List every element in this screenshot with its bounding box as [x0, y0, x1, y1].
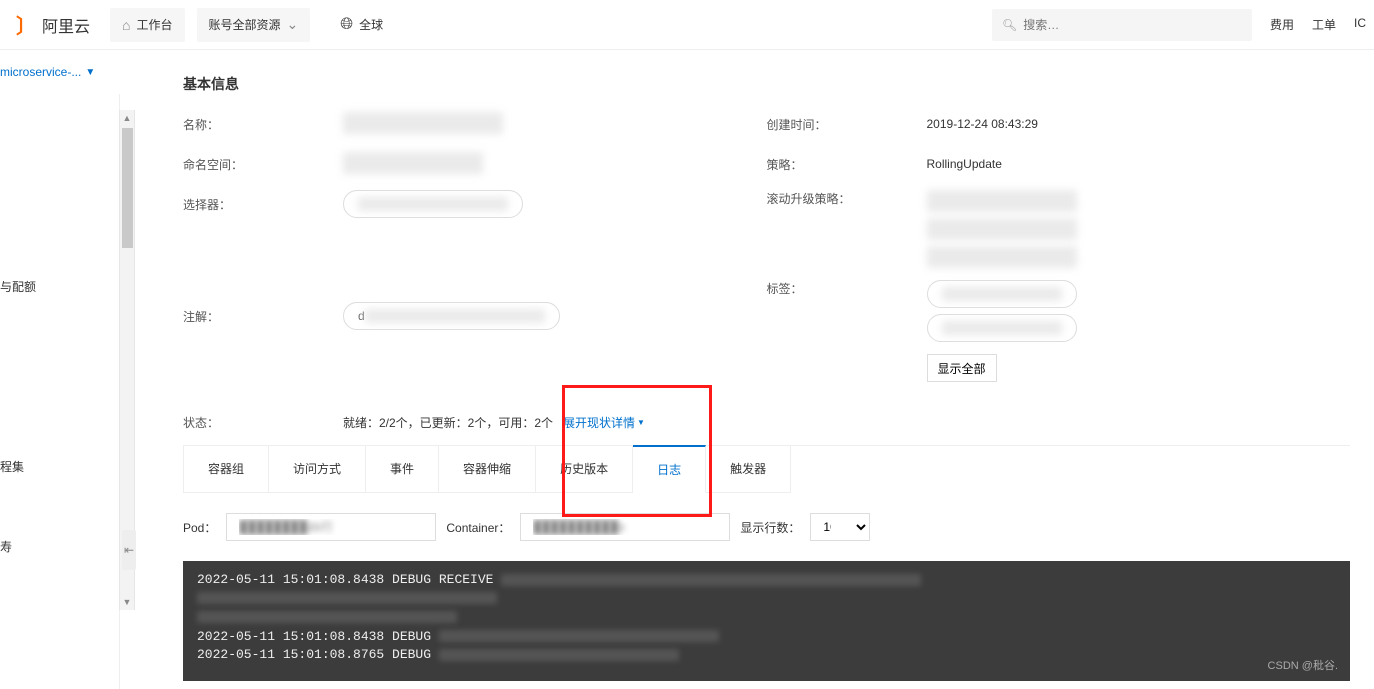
sidebar-collapse-handle[interactable]: ⇤	[122, 530, 136, 570]
label-strategy: 策略：	[767, 156, 927, 173]
expand-status-link[interactable]: 展开现状详情▼	[563, 414, 645, 431]
tabs: 容器组 访问方式 事件 容器伸缩 历史版本 日志 触发器	[183, 445, 1350, 493]
log-pane: 2022-05-11 15:01:08.8438 DEBUG RECEIVE 2…	[183, 561, 1350, 681]
selector-pill	[343, 190, 523, 218]
show-all-button[interactable]: 显示全部	[927, 354, 997, 382]
value-created: 2019-12-24 08:43:29	[927, 117, 1038, 131]
left-column: microservice-... ▼ 与配额 程集 寿 ▲ ▼ ⇤	[0, 50, 135, 645]
search-icon: 🔍︎	[1002, 18, 1017, 32]
watermark: CSDN @秕谷.	[1268, 659, 1338, 675]
caret-down-icon: ▼	[637, 418, 645, 427]
workbench-button[interactable]: ⌂ 工作台	[110, 8, 184, 42]
value-rolling-redacted	[927, 190, 1077, 268]
region-selector[interactable]: 🌐︎ 全球	[340, 16, 383, 34]
ic-link[interactable]: IC	[1354, 16, 1366, 33]
ticket-link[interactable]: 工单	[1312, 16, 1336, 33]
scroll-down-icon[interactable]: ▼	[120, 594, 134, 610]
leftnav-item-sets[interactable]: 程集	[0, 446, 119, 486]
label-selector: 选择器：	[183, 196, 343, 213]
top-header: 〕 阿里云 ⌂ 工作台 账号全部资源 ⌄ 🌐︎ 全球 🔍︎ 费用 工单 IC	[0, 0, 1374, 50]
tab-pods[interactable]: 容器组	[184, 446, 269, 493]
log-line: 2022-05-11 15:01:08.8765 DEBUG	[197, 646, 1336, 665]
search-input[interactable]	[1023, 18, 1242, 32]
leftnav-item-quota[interactable]: 与配额	[0, 266, 119, 306]
label-created: 创建时间：	[767, 116, 927, 133]
section-title: 基本信息	[183, 74, 1350, 94]
caret-down-icon: ▼	[85, 67, 95, 78]
value-strategy: RollingUpdate	[927, 157, 1002, 171]
header-right-links: 费用 工单 IC	[1270, 16, 1366, 33]
lines-select[interactable]: 100	[810, 513, 870, 541]
container-select[interactable]: ██████████e	[520, 513, 730, 541]
globe-icon: 🌐︎	[340, 16, 353, 34]
scroll-up-icon[interactable]: ▲	[120, 110, 134, 126]
tab-hpa[interactable]: 容器伸缩	[439, 446, 536, 493]
chevron-down-icon: ⌄	[287, 16, 299, 33]
fee-link[interactable]: 费用	[1270, 16, 1294, 33]
tab-access[interactable]: 访问方式	[269, 446, 366, 493]
label-rolling-policy: 滚动升级策略：	[767, 190, 927, 207]
tab-history[interactable]: 历史版本	[536, 446, 633, 493]
tab-logs[interactable]: 日志	[633, 445, 706, 493]
tab-triggers[interactable]: 触发器	[706, 446, 791, 493]
home-icon: ⌂	[122, 17, 130, 33]
value-namespace-redacted	[343, 152, 483, 174]
label-status: 状态：	[183, 414, 343, 431]
logo-text: 阿里云	[42, 13, 90, 37]
label-namespace: 命名空间：	[183, 156, 343, 173]
value-name-redacted	[343, 112, 503, 134]
leftnav-item-misc[interactable]: 寿	[0, 526, 119, 566]
status-text: 就绪：2/2个，已更新：2个，可用：2个	[343, 414, 553, 431]
pod-label: Pod：	[183, 519, 216, 536]
search-box[interactable]: 🔍︎	[992, 9, 1252, 41]
label-tags: 标签：	[767, 280, 927, 297]
log-line	[197, 590, 1336, 609]
annotation-pill: d	[343, 302, 560, 330]
log-filters: Pod： ████████db行 Container： ██████████e …	[183, 493, 1350, 561]
value-tags-redacted	[927, 280, 1077, 342]
collapse-icon: ⇤	[124, 543, 134, 557]
label-name: 名称：	[183, 116, 343, 133]
resource-dropdown[interactable]: 账号全部资源 ⌄	[197, 8, 311, 42]
left-nav: 与配额 程集 寿	[0, 94, 120, 689]
scroll-thumb[interactable]	[122, 128, 133, 248]
container-label: Container：	[446, 519, 510, 536]
log-line: 2022-05-11 15:01:08.8438 DEBUG	[197, 628, 1336, 647]
log-line: 2022-05-11 15:01:08.8438 DEBUG RECEIVE	[197, 571, 1336, 590]
breadcrumb[interactable]: microservice-... ▼	[0, 65, 95, 79]
lines-label: 显示行数：	[740, 519, 800, 536]
tab-events[interactable]: 事件	[366, 446, 439, 493]
pod-select[interactable]: ████████db行	[226, 513, 436, 541]
log-line	[197, 609, 1336, 628]
logo[interactable]: 〕 阿里云	[8, 10, 98, 39]
main-content: 基本信息 名称： 命名空间： 选择器：	[135, 50, 1374, 645]
logo-bracket-icon: 〕	[16, 10, 36, 39]
label-annotation: 注解：	[183, 308, 343, 325]
